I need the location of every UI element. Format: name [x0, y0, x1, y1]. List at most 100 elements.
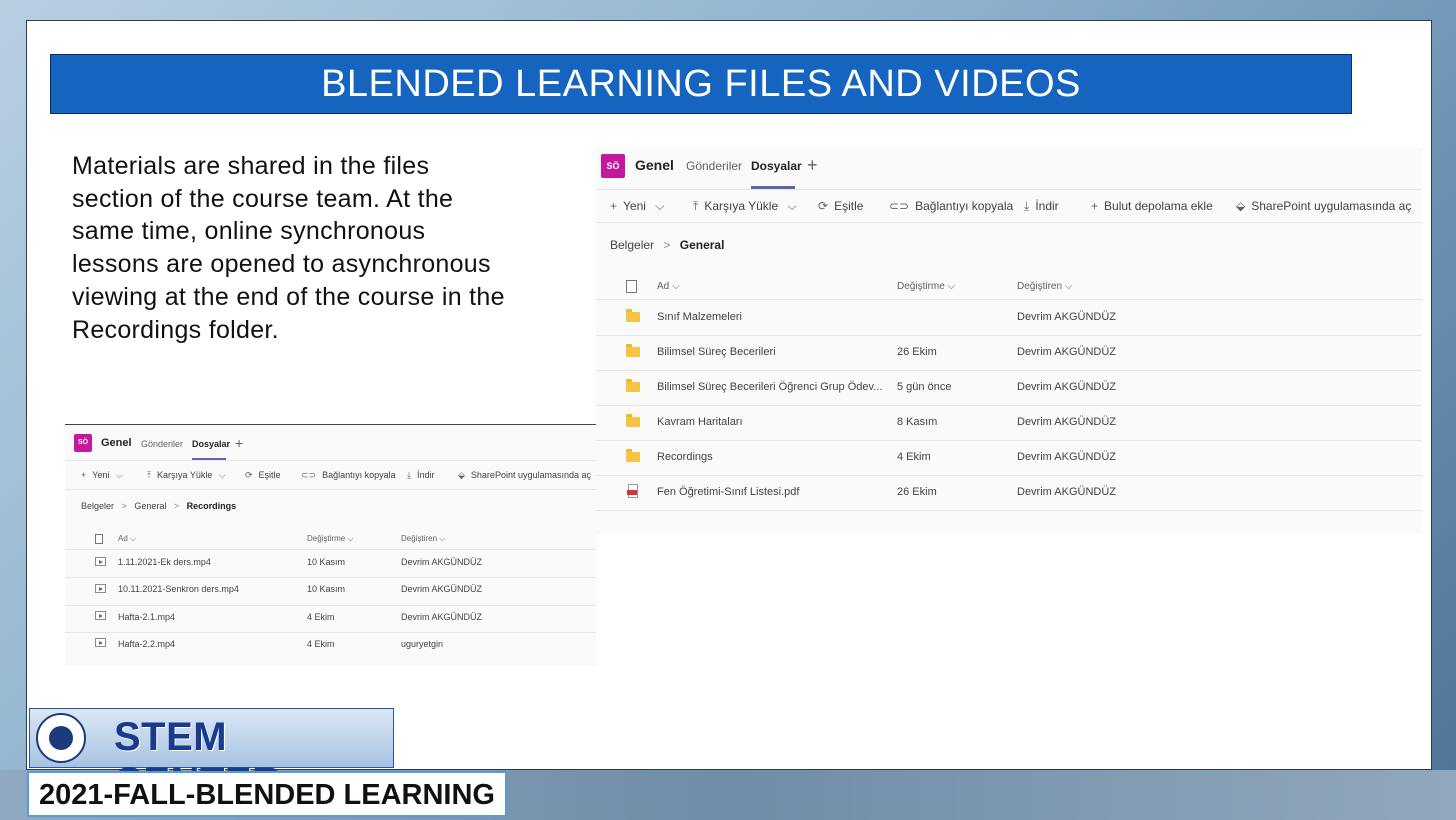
add-tab-button[interactable]: + — [235, 435, 243, 451]
file-modified-by: Devrim AKGÜNDÜZ — [1017, 311, 1117, 323]
add-tab-button[interactable]: + — [807, 155, 818, 176]
sync-button[interactable]: ⟳ Eşitle — [245, 470, 281, 481]
file-modified-by: Devrim AKGÜNDÜZ — [1017, 451, 1117, 463]
tab-files[interactable]: Dosyalar — [751, 159, 802, 173]
video-file-icon — [95, 611, 106, 620]
teams-files-panel-recordings: SÖ Genel Gönderiler Dosyalar + + Yeni ⌵ ⤒… — [65, 424, 596, 666]
channel-name: Genel — [635, 157, 674, 173]
chevron-down-icon: ⌵ — [130, 534, 137, 543]
file-name[interactable]: Hafta-2.2.mp4 — [118, 639, 175, 649]
table-row[interactable]: Bilimsel Süreç Becerileri Öğrenci Grup Ö… — [596, 371, 1422, 406]
open-in-sharepoint-button[interactable]: ⬙ SharePoint uygulamasında aç — [1236, 199, 1411, 213]
footer-label: 2021-FALL-BLENDED LEARNING — [27, 771, 507, 817]
breadcrumb-root[interactable]: Belgeler — [610, 238, 654, 252]
slide-body-text: Materials are shared in the files sectio… — [72, 152, 505, 344]
table-row[interactable]: Recordings 4 Ekim Devrim AKGÜNDÜZ — [596, 441, 1422, 476]
upload-button[interactable]: ⤒ Karşıya Yükle ⌵ — [693, 199, 803, 214]
sync-icon: ⟳ — [818, 199, 829, 213]
upload-label: Karşıya Yükle — [156, 470, 213, 480]
column-header-name[interactable]: Ad ⌵ — [657, 281, 680, 292]
file-name[interactable]: Kavram Haritaları — [657, 416, 743, 428]
open-in-sharepoint-button[interactable]: ⬙ SharePoint uygulamasında aç — [458, 470, 591, 481]
copy-link-button[interactable]: ⊂⊃ Bağlantıyı kopyala — [301, 470, 396, 481]
file-modified: 10 Kasım — [307, 557, 346, 567]
chevron-down-icon: ⌵ — [115, 470, 123, 480]
video-file-icon — [95, 557, 106, 566]
sharepoint-icon: ⬙ — [1236, 199, 1246, 213]
column-header-modified[interactable]: Değiştirme ⌵ — [307, 534, 354, 544]
sync-label: Eşitle — [834, 199, 864, 213]
plus-icon: + — [610, 199, 618, 213]
upload-label: Karşıya Yükle — [704, 199, 779, 213]
file-name[interactable]: Fen Öğretimi-Sınıf Listesi.pdf — [657, 486, 799, 498]
upload-button[interactable]: ⤒ Karşıya Yükle ⌵ — [147, 470, 232, 481]
breadcrumb-mid[interactable]: General — [134, 501, 166, 511]
channel-name: Genel — [101, 437, 132, 449]
download-button[interactable]: ⤓ İndir — [1024, 199, 1059, 214]
sync-button[interactable]: ⟳ Eşitle — [818, 199, 863, 213]
upload-icon: ⤒ — [147, 470, 151, 480]
toolbar-divider — [596, 222, 1422, 223]
sharepoint-label: SharePoint uygulamasında aç — [1251, 199, 1412, 213]
table-row[interactable]: 10.11.2021-Senkron ders.mp4 10 Kasım Dev… — [65, 578, 596, 605]
breadcrumb: Belgeler > General > Recordings — [81, 501, 236, 511]
download-icon: ⤓ — [1024, 199, 1030, 213]
column-name-label: Ad — [657, 281, 670, 292]
file-name[interactable]: 10.11.2021-Senkron ders.mp4 — [118, 584, 239, 594]
table-row[interactable]: Kavram Haritaları 8 Kasım Devrim AKGÜNDÜ… — [596, 406, 1422, 441]
tab-files[interactable]: Dosyalar — [192, 439, 230, 449]
file-name[interactable]: Bilimsel Süreç Becerileri Öğrenci Grup Ö… — [657, 381, 882, 393]
add-cloud-storage-button[interactable]: + Bulut depolama ekle — [1091, 199, 1213, 213]
tab-posts[interactable]: Gönderiler — [141, 439, 183, 449]
file-name[interactable]: Hafta-2.1.mp4 — [118, 612, 175, 622]
file-modified: 4 Ekim — [307, 639, 335, 649]
new-button[interactable]: + Yeni ⌵ — [81, 470, 129, 481]
university-seal-icon — [36, 713, 86, 763]
breadcrumb-root[interactable]: Belgeler — [81, 501, 114, 511]
chevron-right-icon: > — [663, 238, 671, 252]
tab-posts[interactable]: Gönderiler — [686, 159, 742, 173]
column-header-modified-by[interactable]: Değiştiren ⌵ — [1017, 281, 1072, 292]
table-row[interactable]: Hafta-2.2.mp4 4 Ekim uguryetgin — [65, 633, 596, 660]
table-row[interactable]: Fen Öğretimi-Sınıf Listesi.pdf 26 Ekim D… — [596, 476, 1422, 511]
shared-folder-icon — [626, 309, 640, 322]
table-row[interactable]: 1.11.2021-Ek ders.mp4 10 Kasım Devrim AK… — [65, 550, 596, 577]
new-button[interactable]: + Yeni ⌵ — [610, 199, 670, 214]
file-modified-by: Devrim AKGÜNDÜZ — [1017, 346, 1117, 358]
table-row[interactable]: Hafta-2.1.mp4 4 Ekim Devrim AKGÜNDÜZ — [65, 606, 596, 633]
plus-icon: + — [1091, 199, 1099, 213]
file-name[interactable]: Recordings — [657, 451, 713, 463]
column-header-modified[interactable]: Değiştirme ⌵ — [897, 281, 955, 292]
file-name[interactable]: Sınıf Malzemeleri — [657, 311, 742, 323]
column-header-name[interactable]: Ad ⌵ — [118, 534, 136, 544]
table-row[interactable]: Bilimsel Süreç Becerileri 26 Ekim Devrim… — [596, 336, 1422, 371]
copy-link-button[interactable]: ⊂⊃ Bağlantıyı kopyala — [889, 199, 1013, 213]
table-row[interactable]: Sınıf Malzemeleri Devrim AKGÜNDÜZ — [596, 300, 1422, 335]
download-button[interactable]: ⤓ İndir — [407, 470, 435, 481]
team-avatar[interactable]: SÖ — [601, 154, 625, 178]
folder-icon — [626, 344, 640, 357]
sync-label: Eşitle — [258, 470, 281, 480]
file-modified-by: Devrim AKGÜNDÜZ — [1017, 486, 1117, 498]
chevron-down-icon: ⌵ — [439, 534, 446, 543]
sharepoint-label: SharePoint uygulamasında aç — [470, 470, 591, 480]
add-cloud-label: Bulut depolama ekle — [1104, 199, 1213, 213]
column-modified-by-label: Değiştiren — [1017, 281, 1063, 292]
file-modified-by: Devrim AKGÜNDÜZ — [1017, 416, 1117, 428]
chevron-down-icon: ⌵ — [787, 199, 797, 213]
new-label: Yeni — [92, 470, 110, 480]
column-header-modified-by[interactable]: Değiştiren ⌵ — [401, 534, 445, 544]
file-name[interactable]: Bilimsel Süreç Becerileri — [657, 346, 776, 358]
copy-link-label: Bağlantıyı kopyala — [915, 199, 1014, 213]
download-label: İndir — [1035, 199, 1059, 213]
toolbar-divider — [65, 489, 596, 490]
file-name[interactable]: 1.11.2021-Ek ders.mp4 — [118, 557, 211, 567]
team-avatar[interactable]: SÖ — [74, 434, 92, 452]
stem-center-logo: STEM CENTER — [29, 708, 394, 804]
video-file-icon — [95, 584, 106, 593]
folder-icon — [626, 449, 640, 462]
sync-icon: ⟳ — [245, 470, 253, 480]
video-file-icon — [95, 638, 106, 647]
folder-icon — [626, 379, 640, 392]
sharepoint-icon: ⬙ — [458, 470, 465, 480]
